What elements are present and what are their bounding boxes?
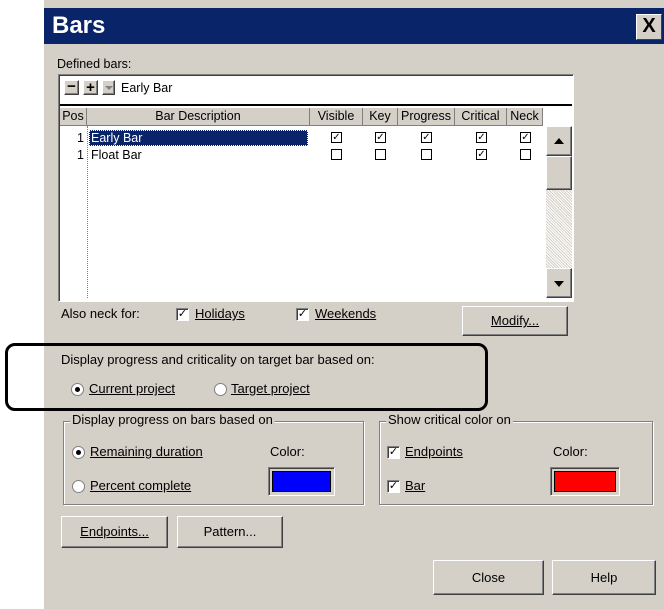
endpoints-button-label: Endpoints... <box>80 524 149 539</box>
modify-button-label: Modify... <box>490 313 540 328</box>
column-header-description[interactable]: Bar Description <box>87 108 310 126</box>
defined-bars-label: Defined bars: <box>57 57 132 71</box>
title-bar <box>44 8 664 44</box>
table-row-early-bar[interactable]: Early Bar <box>89 130 308 146</box>
remaining-duration-label[interactable]: Remaining duration <box>90 444 203 460</box>
pattern-button[interactable]: Pattern... <box>177 516 283 548</box>
current-project-radio[interactable] <box>71 383 84 396</box>
bar-label[interactable]: Bar <box>405 478 425 494</box>
progress-color-swatch[interactable] <box>268 467 335 496</box>
close-button[interactable]: Close <box>433 560 544 595</box>
column-header-progress[interactable]: Progress <box>398 108 455 126</box>
percent-complete-label[interactable]: Percent complete <box>90 478 191 494</box>
table-row-float-bar[interactable]: Float Bar <box>89 147 308 163</box>
current-project-label[interactable]: Current project <box>89 381 175 397</box>
endpoints-button[interactable]: Endpoints... <box>61 516 168 548</box>
close-icon: X <box>642 15 656 37</box>
critical-color-swatch[interactable] <box>550 467 620 496</box>
holidays-checkbox[interactable]: ✓ <box>176 308 189 321</box>
column-header-pos[interactable]: Pos <box>60 108 87 126</box>
remove-bar-button[interactable]: − <box>64 79 79 95</box>
current-bar-value[interactable]: Early Bar <box>121 80 172 96</box>
holidays-label[interactable]: Holidays <box>195 306 245 322</box>
modify-button[interactable]: Modify... <box>462 306 568 336</box>
column-header-visible[interactable]: Visible <box>310 108 363 126</box>
arrow-up-icon <box>554 138 564 144</box>
arrow-down-icon <box>554 281 564 287</box>
pattern-button-label: Pattern... <box>203 524 257 539</box>
scroll-thumb[interactable] <box>546 156 572 190</box>
column-header-key[interactable]: Key <box>363 108 398 126</box>
target-project-label[interactable]: Target project <box>231 381 310 397</box>
help-button-label: Help <box>590 570 618 585</box>
visible-checkbox[interactable]: ✓ <box>331 132 342 143</box>
weekends-checkbox[interactable]: ✓ <box>296 308 309 321</box>
target-project-radio[interactable] <box>214 383 227 396</box>
weekends-label[interactable]: Weekends <box>315 306 376 322</box>
scroll-up-button[interactable] <box>546 126 572 156</box>
endpoints-checkbox[interactable]: ✓ <box>387 446 400 459</box>
bar-checkbox[interactable]: ✓ <box>387 480 400 493</box>
also-neck-for-label: Also neck for: <box>61 306 140 321</box>
close-button-label: Close <box>471 570 506 585</box>
bar-dropdown-button[interactable] <box>102 80 115 95</box>
critical-color-fill <box>554 471 616 492</box>
neck-checkbox[interactable] <box>520 149 531 160</box>
critical-group-legend: Show critical color on <box>386 412 513 427</box>
close-window-button[interactable]: X <box>636 14 662 40</box>
remaining-duration-radio[interactable] <box>72 446 85 459</box>
target-section-label: Display progress and criticality on targ… <box>61 352 375 367</box>
scroll-down-button[interactable] <box>546 268 572 298</box>
row-pos: 1 <box>77 148 84 162</box>
chevron-down-icon <box>104 86 113 90</box>
neck-checkbox[interactable]: ✓ <box>520 132 531 143</box>
progress-checkbox[interactable] <box>421 149 432 160</box>
progress-color-fill <box>272 471 331 492</box>
progress-group-legend: Display progress on bars based on <box>70 412 275 427</box>
dialog-title: Bars <box>52 12 106 39</box>
add-bar-button[interactable]: + <box>83 80 98 95</box>
column-header-critical[interactable]: Critical <box>455 108 507 126</box>
key-checkbox[interactable]: ✓ <box>375 132 386 143</box>
column-header-neck[interactable]: Neck <box>507 108 543 126</box>
percent-complete-radio[interactable] <box>72 480 85 493</box>
help-button[interactable]: Help <box>552 560 656 595</box>
endpoints-label[interactable]: Endpoints <box>405 444 463 460</box>
progress-color-label: Color: <box>270 444 305 459</box>
critical-checkbox[interactable]: ✓ <box>476 149 487 160</box>
critical-checkbox[interactable]: ✓ <box>476 132 487 143</box>
column-divider <box>87 126 88 298</box>
visible-checkbox[interactable] <box>331 149 342 160</box>
key-checkbox[interactable] <box>375 149 386 160</box>
progress-checkbox[interactable]: ✓ <box>421 132 432 143</box>
critical-color-label: Color: <box>553 444 588 459</box>
row-pos: 1 <box>77 131 84 145</box>
edit-row-divider <box>60 104 572 106</box>
